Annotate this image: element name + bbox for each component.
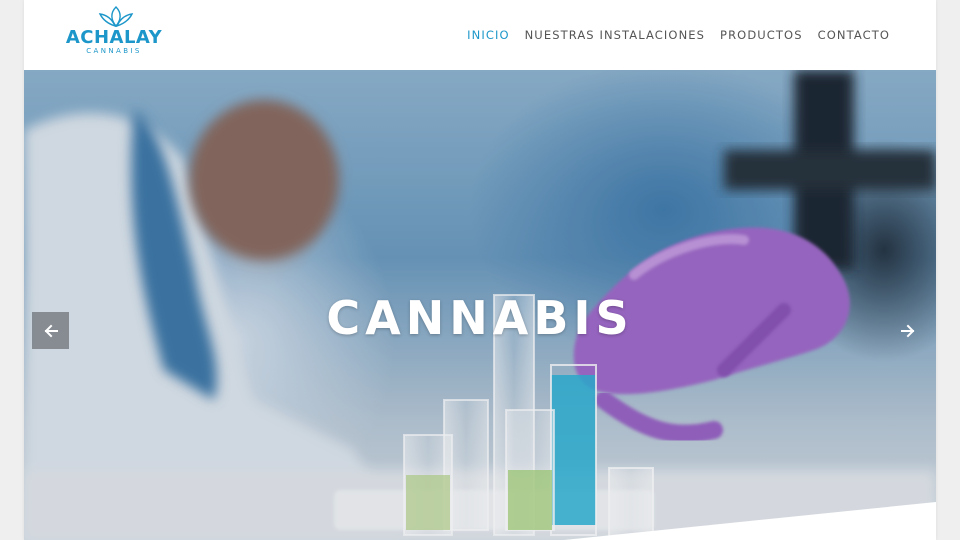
site-header: ACHALAY CANNABIS INICIO NUESTRAS INSTALA… — [24, 0, 936, 70]
nav-item-inicio[interactable]: INICIO — [467, 26, 509, 44]
brand-tagline: CANNABIS — [86, 47, 142, 55]
section-divider — [564, 502, 936, 540]
brand-name: ACHALAY — [65, 27, 163, 48]
nav-item-productos[interactable]: PRODUCTOS — [720, 26, 803, 44]
nav-item-nuestras-instalaciones[interactable]: NUESTRAS INSTALACIONES — [525, 26, 705, 44]
site-logo[interactable]: ACHALAY CANNABIS — [56, 6, 176, 58]
main-nav: INICIO NUESTRAS INSTALACIONES PRODUCTOS … — [467, 26, 890, 44]
leaf-logo-icon — [98, 6, 134, 28]
nav-item-contacto[interactable]: CONTACTO — [818, 26, 890, 44]
hero-slider: CANNABIS — [24, 70, 936, 540]
page: ACHALAY CANNABIS INICIO NUESTRAS INSTALA… — [24, 0, 936, 540]
